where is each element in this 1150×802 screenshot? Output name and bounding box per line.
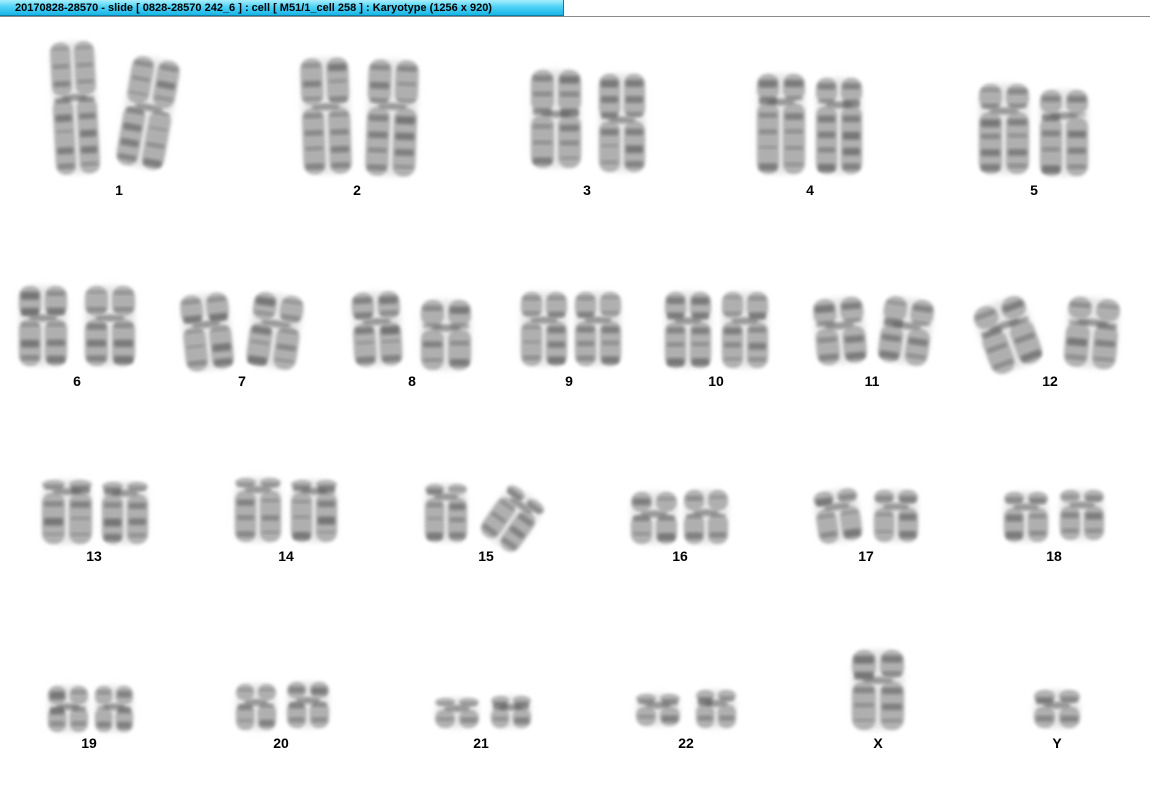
chromosome-4-homolog-1[interactable] (757, 74, 805, 174)
chromosome-2-homolog-1[interactable] (300, 57, 352, 175)
chromosome-13-homolog-2[interactable] (102, 482, 148, 544)
chromosome-3-homolog-2[interactable] (599, 74, 645, 172)
chromosome-X-homolog-1[interactable] (852, 650, 904, 730)
chromosome-11-homolog-1[interactable] (812, 296, 868, 366)
chromosome-spread (19, 41, 1121, 732)
window-title: 20170828-28570 - slide [ 0828-28570 242_… (15, 2, 492, 14)
chromosome-7-homolog-1[interactable] (179, 292, 235, 373)
chromosome-label-5: 5 (1030, 182, 1038, 198)
chromosome-label-18: 18 (1046, 548, 1062, 564)
chromosome-19-homolog-1[interactable] (48, 686, 88, 732)
chromosome-label-15: 15 (478, 548, 494, 564)
chromosome-22-homolog-2[interactable] (696, 690, 736, 728)
chromosome-12-homolog-1[interactable] (971, 293, 1046, 377)
chromosome-label-14: 14 (278, 548, 294, 564)
chromosome-12-homolog-2[interactable] (1063, 296, 1121, 370)
chromosome-1-homolog-1[interactable] (50, 41, 101, 175)
chromosome-14-homolog-2[interactable] (291, 480, 337, 542)
karyotype-canvas: 1 2 3 4 5 6 7 8 9 10 11 12 13 14 15 16 17 18 19 20 21 22 X Y (0, 17, 1150, 802)
chromosome-label-Y: Y (1052, 735, 1062, 751)
chromosome-label-1: 1 (115, 182, 123, 198)
chromosome-21-homolog-2[interactable] (491, 696, 531, 728)
chromosome-5-homolog-1[interactable] (979, 84, 1029, 174)
chromosome-label-11: 11 (864, 373, 880, 389)
chromosome-label-20: 20 (273, 735, 289, 751)
chromosome-16-homolog-1[interactable] (631, 492, 677, 544)
chromosome-13-homolog-1[interactable] (42, 480, 92, 544)
chromosome-20-homolog-2[interactable] (287, 682, 329, 728)
chromosome-label-13: 13 (86, 548, 102, 564)
chromosome-19-homolog-2[interactable] (95, 686, 133, 732)
chromosome-16-homolog-2[interactable] (684, 490, 728, 544)
karyotype-window: 20170828-28570 - slide [ 0828-28570 242_… (0, 0, 1150, 802)
chromosome-17-homolog-1[interactable] (813, 487, 864, 545)
chromosome-label-X: X (873, 735, 883, 751)
chromosome-Y-homolog-1[interactable] (1034, 690, 1080, 728)
chromosome-1-homolog-2[interactable] (115, 55, 181, 172)
chromosome-label-8: 8 (408, 373, 416, 389)
chromosome-2-homolog-2[interactable] (365, 59, 419, 177)
chromosome-label-4: 4 (806, 182, 814, 198)
window-title-bar[interactable]: 20170828-28570 - slide [ 0828-28570 242_… (0, 0, 564, 16)
chromosome-9-homolog-2[interactable] (575, 292, 621, 366)
chromosome-label-9: 9 (565, 373, 573, 389)
chromosome-label-16: 16 (672, 548, 688, 564)
chromosome-7-homolog-2[interactable] (245, 291, 305, 371)
chromosome-label-17: 17 (858, 548, 874, 564)
chromosome-11-homolog-2[interactable] (877, 295, 936, 367)
chromosome-8-homolog-1[interactable] (351, 291, 403, 367)
chromosome-18-homolog-2[interactable] (1060, 490, 1104, 540)
chromosome-5-homolog-2[interactable] (1040, 90, 1088, 176)
chromosome-3-homolog-1[interactable] (531, 70, 581, 168)
chromosome-21-homolog-1[interactable] (435, 698, 479, 728)
chromosome-10-homolog-2[interactable] (722, 292, 768, 368)
chromosome-15-homolog-1[interactable] (425, 484, 467, 542)
chromosome-4-homolog-2[interactable] (816, 78, 862, 174)
chromosome-label-19: 19 (81, 735, 97, 751)
chromosome-8-homolog-2[interactable] (421, 300, 471, 370)
chromosome-6-homolog-1[interactable] (19, 286, 67, 366)
chromosome-label-3: 3 (583, 182, 591, 198)
chromosome-label-21: 21 (473, 735, 489, 751)
chromosome-label-2: 2 (353, 182, 361, 198)
chromosome-10-homolog-1[interactable] (665, 292, 711, 368)
chromosome-label-12: 12 (1042, 373, 1058, 389)
chromosome-label-10: 10 (708, 373, 724, 389)
chromosome-18-homolog-1[interactable] (1004, 492, 1048, 542)
chromosome-label-6: 6 (73, 373, 81, 389)
chromosome-6-homolog-2[interactable] (85, 286, 135, 366)
chromosome-22-homolog-1[interactable] (636, 694, 680, 726)
chromosome-label-22: 22 (678, 735, 694, 751)
chromosome-14-homolog-1[interactable] (235, 478, 281, 542)
chromosome-20-homolog-1[interactable] (236, 684, 276, 730)
chromosome-9-homolog-1[interactable] (521, 292, 567, 366)
chromosome-15-homolog-2[interactable] (477, 483, 546, 556)
chromosome-label-7: 7 (238, 373, 246, 389)
chromosome-17-homolog-2[interactable] (874, 490, 918, 542)
